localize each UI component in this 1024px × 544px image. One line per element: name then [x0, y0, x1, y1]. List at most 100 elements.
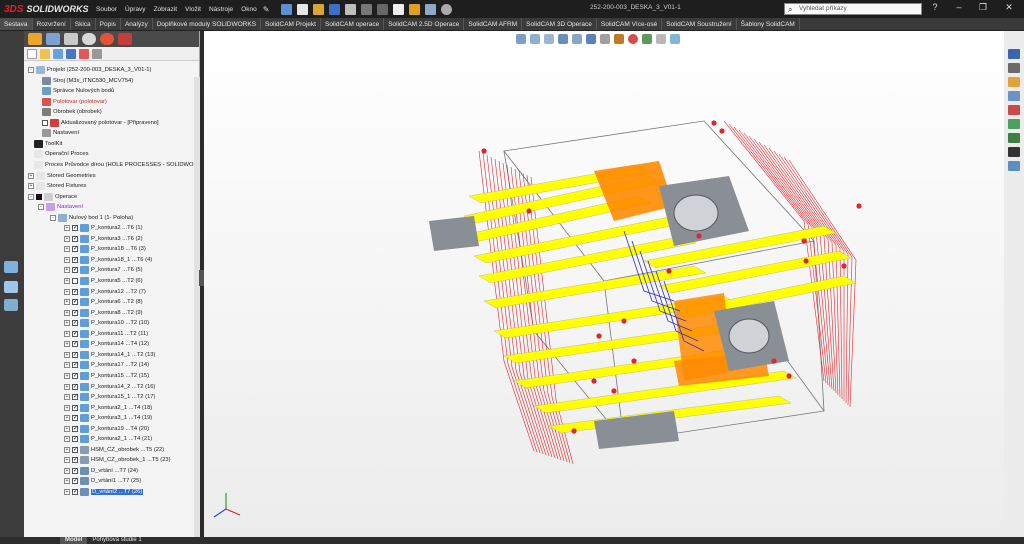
visibility-checkbox[interactable]: ✓	[72, 320, 78, 327]
tree-operation[interactable]: + ✓ P_kontura14_2 ...T2 (16)	[64, 382, 155, 392]
visibility-checkbox[interactable]: ✓	[72, 341, 78, 348]
view-palette-icon[interactable]	[1008, 91, 1020, 101]
tree-operation[interactable]: + ✓ P_kontura12 ...T2 (7)	[64, 287, 146, 297]
expand-icon[interactable]: +	[64, 478, 70, 485]
file-properties-icon[interactable]	[425, 3, 437, 15]
open-folder-icon[interactable]	[40, 48, 50, 59]
tree-operation[interactable]: + ✓ P_kontura3_1 ...T4 (19)	[64, 413, 152, 423]
tab-solidcam-templates[interactable]: Šablony SolidCAM	[737, 18, 800, 30]
section-view-icon[interactable]	[558, 34, 568, 44]
visibility-checkbox[interactable]: ✓	[72, 267, 78, 274]
menu-window[interactable]: Okno	[237, 6, 261, 13]
expand-icon[interactable]: +	[64, 362, 70, 369]
visibility-checkbox[interactable]: ✓	[72, 372, 78, 379]
visibility-checkbox[interactable]: ✓	[72, 489, 78, 495]
redo-icon[interactable]	[377, 3, 389, 15]
tree-operation[interactable]: + ✓ D_vrtání ...T7 (24)	[64, 466, 138, 476]
visibility-checkbox[interactable]: ✓	[72, 225, 78, 232]
visibility-checkbox[interactable]: ✓	[72, 246, 78, 253]
visibility-checkbox[interactable]: ✓	[72, 457, 78, 464]
home-icon[interactable]	[281, 3, 293, 15]
visibility-checkbox[interactable]: ✓	[72, 299, 78, 306]
tree-op-process[interactable]: Operační Proces	[34, 149, 89, 159]
solidworks-resources-icon[interactable]	[1008, 49, 1020, 59]
tree-operation[interactable]: + ✓ P_kontura18 ...T6 (3)	[64, 244, 146, 254]
solidcam-view-icon[interactable]	[4, 261, 18, 273]
visibility-checkbox[interactable]: ✓	[72, 256, 78, 263]
property-manager-tab-icon[interactable]	[46, 33, 60, 45]
visibility-checkbox[interactable]: ✓	[72, 436, 78, 443]
tree-op-settings[interactable]: - Nastavení	[38, 202, 83, 212]
open-icon[interactable]	[313, 3, 325, 15]
display-manager-tab-icon[interactable]	[100, 33, 114, 45]
file-explorer-icon[interactable]	[1008, 77, 1020, 87]
restore-button[interactable]: ❐	[976, 2, 990, 15]
tree-project[interactable]: - Projekt (252-200-003_DESKA_3_V01-1)	[28, 65, 151, 75]
tab-solidcam-afrm[interactable]: SolidCAM AFRM	[464, 18, 523, 30]
tab-addins[interactable]: Doplňkové moduly SOLIDWORKS	[153, 18, 262, 30]
options-gear-icon[interactable]	[441, 3, 453, 15]
visibility-checkbox[interactable]: ✓	[72, 404, 78, 411]
tree-operation[interactable]: + ✓ P_kontura19 ...T4 (20)	[64, 424, 149, 434]
expand-icon[interactable]: +	[64, 351, 70, 358]
visibility-checkbox[interactable]: ✓	[72, 351, 78, 358]
tree-operation[interactable]: + ✓ P_kontura8 ...T2 (9)	[64, 308, 143, 318]
tab-solidcam-25d[interactable]: SolidCAM 2.5D Operace	[384, 18, 465, 30]
tree-operation[interactable]: + ✓ P_kontura7 ...T6 (5)	[64, 265, 143, 275]
collapse-icon[interactable]: -	[50, 214, 56, 221]
gcode-icon[interactable]	[4, 299, 18, 311]
save-tree-icon[interactable]	[66, 48, 76, 59]
appearance-icon[interactable]	[628, 34, 638, 44]
view-orientation-icon[interactable]	[586, 34, 596, 44]
display-pane-icon[interactable]	[670, 34, 680, 44]
tree-operation[interactable]: + ✓ P_kontura2 ...T6 (1)	[64, 223, 143, 233]
appearances-icon[interactable]	[1008, 105, 1020, 115]
display-style-icon[interactable]	[600, 34, 610, 44]
tree-zero-point[interactable]: - Nulový bod 1 (1- Poloha)	[50, 213, 133, 223]
tree-operation[interactable]: + ✓ P_kontura17 ...T2 (14)	[64, 360, 149, 370]
expand-icon[interactable]: +	[64, 425, 70, 432]
tree-hole-process[interactable]: Proces Průvodce dírou (HOLE PROCESSES - …	[34, 160, 199, 170]
visibility-checkbox[interactable]: ✓	[72, 478, 78, 485]
tree-operation[interactable]: + ✓ P_kontura10 ...T2 (10)	[64, 318, 149, 328]
tree-stored-fixtures[interactable]: + Stored Fixtures	[28, 181, 86, 191]
menu-tools[interactable]: Nástroje	[205, 6, 237, 13]
expand-icon[interactable]: +	[64, 457, 70, 464]
tree-machine[interactable]: Stroj (M3x_iTNC530_MCV754)	[42, 76, 133, 86]
zoom-area-icon[interactable]	[530, 34, 540, 44]
tree-operation[interactable]: + ✓ P_kontura11 ...T2 (11)	[64, 329, 148, 339]
tree-stored-geometries[interactable]: + Stored Geometries	[28, 171, 96, 181]
config-manager-tab-icon[interactable]	[64, 33, 78, 45]
tree-updated-stock[interactable]: Aktualizovaný polotovar - [Připraveno]	[42, 118, 159, 128]
tree-operation[interactable]: + ✓ P_kontura3 ...T6 (2)	[64, 234, 143, 244]
tree-scrollbar[interactable]	[194, 77, 200, 537]
tab-solidcam-multiaxis[interactable]: SolidCAM Více-osé	[597, 18, 663, 30]
visibility-checkbox[interactable]: ✓	[72, 362, 78, 369]
expand-icon[interactable]: +	[64, 415, 70, 422]
zoom-fit-icon[interactable]	[516, 34, 526, 44]
tree-operation[interactable]: + ✓ P_kontura14_1 ...T2 (13)	[64, 350, 155, 360]
custom-properties-icon[interactable]	[1008, 119, 1020, 129]
expand-icon[interactable]: +	[64, 267, 70, 274]
dimxpert-tab-icon[interactable]	[82, 33, 96, 45]
collapse-icon[interactable]: -	[38, 204, 44, 211]
visibility-checkbox[interactable]: ✓	[72, 467, 78, 474]
copy-icon[interactable]	[53, 48, 63, 59]
tab-solidcam-3d[interactable]: SolidCAM 3D Operace	[522, 18, 597, 30]
collapse-icon[interactable]: -	[28, 193, 34, 200]
tree-operation[interactable]: + ✓ P_kontura6 ...T2 (8)	[64, 297, 143, 307]
forum-icon[interactable]	[1008, 133, 1020, 143]
select-arrow-icon[interactable]	[393, 3, 405, 15]
design-library-icon[interactable]	[1008, 63, 1020, 73]
print-icon[interactable]	[345, 3, 357, 15]
solidcam-manager-tab-icon[interactable]	[118, 33, 132, 45]
expand-icon[interactable]: +	[28, 172, 34, 179]
view-settings-icon[interactable]	[656, 34, 666, 44]
hide-show-icon[interactable]	[614, 34, 624, 44]
tab-solidcam-turning[interactable]: SolidCAM Soustružení	[662, 18, 737, 30]
expand-icon[interactable]: +	[64, 341, 70, 348]
expand-icon[interactable]: +	[64, 394, 70, 401]
tree-settings[interactable]: Nastavení	[42, 128, 79, 138]
traffic-light-icon[interactable]	[409, 3, 421, 15]
expand-icon[interactable]: +	[64, 278, 70, 284]
